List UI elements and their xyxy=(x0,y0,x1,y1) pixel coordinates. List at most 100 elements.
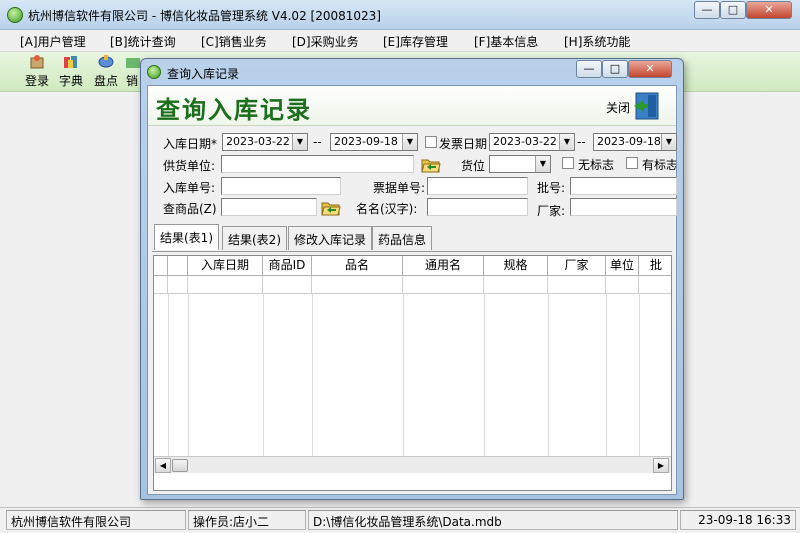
grid-header-product-id[interactable]: 商品ID xyxy=(263,256,312,276)
maximize-button[interactable]: □ xyxy=(720,1,746,19)
grid-header-batch[interactable]: 批 xyxy=(639,256,671,276)
tab-strip: 结果(表1) 结果(表2) 修改入库记录 药品信息 xyxy=(152,224,672,252)
grid-empty-cell[interactable] xyxy=(639,276,671,294)
name-input[interactable] xyxy=(427,198,528,216)
toolbar-login-button[interactable]: 登录 xyxy=(20,54,54,90)
close-button[interactable]: ✕ xyxy=(746,1,792,19)
tab-result-table1[interactable]: 结果(表1) xyxy=(154,224,219,250)
toolbar-dictionary-button[interactable]: 字典 xyxy=(54,54,88,90)
chevron-down-icon: ▼ xyxy=(559,134,574,150)
supplier-folder-icon[interactable] xyxy=(421,157,441,173)
inbound-date-label: 入库日期* xyxy=(163,137,218,151)
dictionary-icon xyxy=(64,56,77,68)
grid-divider xyxy=(484,294,485,456)
inbound-date-to-value: 2023-09-18 xyxy=(334,135,398,148)
status-company: 杭州博信软件有限公司 xyxy=(6,510,186,530)
grid-empty-cell[interactable] xyxy=(606,276,639,294)
dialog-banner: 查询入库记录 关闭 xyxy=(148,86,676,126)
grid-divider xyxy=(403,294,404,456)
grid-divider xyxy=(548,294,549,456)
invoice-date-from-value: 2023-03-22 xyxy=(493,135,557,148)
inbound-date-to[interactable]: 2023-09-18 ▼ xyxy=(330,133,418,151)
menu-inventory[interactable]: [E]库存管理 xyxy=(383,33,448,50)
inbound-no-input[interactable] xyxy=(221,177,341,195)
product-folder-icon[interactable] xyxy=(321,200,341,216)
invoice-date-checkbox[interactable] xyxy=(425,136,437,148)
manufacturer-input[interactable] xyxy=(570,198,677,216)
grid-header-selector xyxy=(154,256,168,276)
menu-user-management[interactable]: [A]用户管理 xyxy=(20,33,86,50)
menu-sales[interactable]: [C]销售业务 xyxy=(201,33,267,50)
menu-basic-info[interactable]: [F]基本信息 xyxy=(474,33,538,50)
dialog-minimize-button[interactable]: — xyxy=(576,60,602,78)
supplier-input[interactable] xyxy=(221,155,414,173)
grid-header-unit[interactable]: 单位 xyxy=(606,256,639,276)
status-db-path: D:\博信化妆品管理系统\Data.mdb xyxy=(308,510,678,530)
has-mark-label: 有标志 xyxy=(642,158,676,172)
scroll-right-icon[interactable]: ▶ xyxy=(653,458,669,473)
grid-empty-cell[interactable] xyxy=(312,276,403,294)
dialog-body: 查询入库记录 关闭 入库日期* 2023-03-22 ▼ -- 2023-09-1… xyxy=(147,85,677,495)
grid-divider xyxy=(639,294,640,456)
grid-empty-cell[interactable] xyxy=(548,276,606,294)
grid-header-inbound-date[interactable]: 入库日期 xyxy=(188,256,263,276)
tab-edit-inbound[interactable]: 修改入库记录 xyxy=(288,226,373,250)
toolbar-dictionary-label: 字典 xyxy=(58,74,83,88)
no-mark-checkbox[interactable] xyxy=(562,157,574,169)
minimize-button[interactable]: — xyxy=(694,1,720,19)
dialog-title-bar: 查询入库记录 — □ ✕ xyxy=(141,59,683,85)
results-grid[interactable]: 入库日期 商品ID 品名 通用名 规格 厂家 单位 批 ◀ ▶ xyxy=(153,255,672,491)
grid-empty-cell[interactable] xyxy=(188,276,263,294)
exit-door-icon[interactable] xyxy=(632,91,662,121)
status-bar: 杭州博信软件有限公司 操作员:店小二 D:\博信化妆品管理系统\Data.mdb… xyxy=(0,507,800,533)
toolbar-sales-label: 销 xyxy=(125,74,138,88)
menu-system[interactable]: [H]系统功能 xyxy=(564,33,630,50)
dialog-close-button[interactable]: ✕ xyxy=(628,60,672,78)
toolbar-login-label: 登录 xyxy=(24,74,49,88)
invoice-date-label: 发票日期 xyxy=(439,137,488,151)
has-mark-checkbox[interactable] xyxy=(626,157,638,169)
product-search-input[interactable] xyxy=(221,198,317,216)
grid-header-product-name[interactable]: 品名 xyxy=(312,256,403,276)
grid-empty-cell[interactable] xyxy=(154,276,168,294)
toolbar-inventory-button[interactable]: 盘点 xyxy=(89,54,123,90)
invoice-range-separator: -- xyxy=(577,135,586,149)
horizontal-scrollbar[interactable]: ◀ ▶ xyxy=(154,456,671,473)
grid-header-blank xyxy=(168,256,188,276)
tab-result-table2[interactable]: 结果(表2) xyxy=(222,226,287,250)
dialog-maximize-button[interactable]: □ xyxy=(602,60,628,78)
date-range-separator: -- xyxy=(313,135,322,149)
tab-drug-info[interactable]: 药品信息 xyxy=(372,226,433,250)
grid-divider xyxy=(606,294,607,456)
close-label[interactable]: 关闭 xyxy=(606,99,630,116)
toolbar-sales-button[interactable]: 销 xyxy=(124,54,140,90)
banner-title: 查询入库记录 xyxy=(156,96,312,124)
ticket-no-input[interactable] xyxy=(427,177,528,195)
grid-header-spec[interactable]: 规格 xyxy=(484,256,548,276)
grid-divider xyxy=(168,294,169,456)
scroll-thumb[interactable] xyxy=(172,459,188,472)
invoice-date-from[interactable]: 2023-03-22 ▼ xyxy=(489,133,575,151)
location-label: 货位 xyxy=(461,159,486,173)
grid-empty-cell[interactable] xyxy=(263,276,312,294)
no-mark-label: 无标志 xyxy=(578,158,615,172)
inbound-date-from[interactable]: 2023-03-22 ▼ xyxy=(222,133,308,151)
scroll-left-icon[interactable]: ◀ xyxy=(155,458,171,473)
name-label: 名名(汉字): xyxy=(356,202,418,216)
location-select[interactable]: ▼ xyxy=(489,155,551,173)
grid-empty-cell[interactable] xyxy=(484,276,548,294)
grid-header-generic-name[interactable]: 通用名 xyxy=(403,256,484,276)
grid-empty-cell[interactable] xyxy=(168,276,188,294)
status-datetime: 23-09-18 16:33 xyxy=(680,510,796,530)
status-operator: 操作员:店小二 xyxy=(188,510,306,530)
grid-divider xyxy=(188,294,189,456)
grid-empty-cell[interactable] xyxy=(403,276,484,294)
batch-no-input[interactable] xyxy=(570,177,677,195)
sales-icon xyxy=(126,58,140,68)
grid-header-manufacturer[interactable]: 厂家 xyxy=(548,256,606,276)
menu-purchasing[interactable]: [D]采购业务 xyxy=(292,33,359,50)
invoice-date-to[interactable]: 2023-09-18 ▼ xyxy=(593,133,677,151)
menu-statistics[interactable]: [B]统计查询 xyxy=(110,33,176,50)
chevron-down-icon: ▼ xyxy=(535,156,550,172)
grid-divider xyxy=(263,294,264,456)
